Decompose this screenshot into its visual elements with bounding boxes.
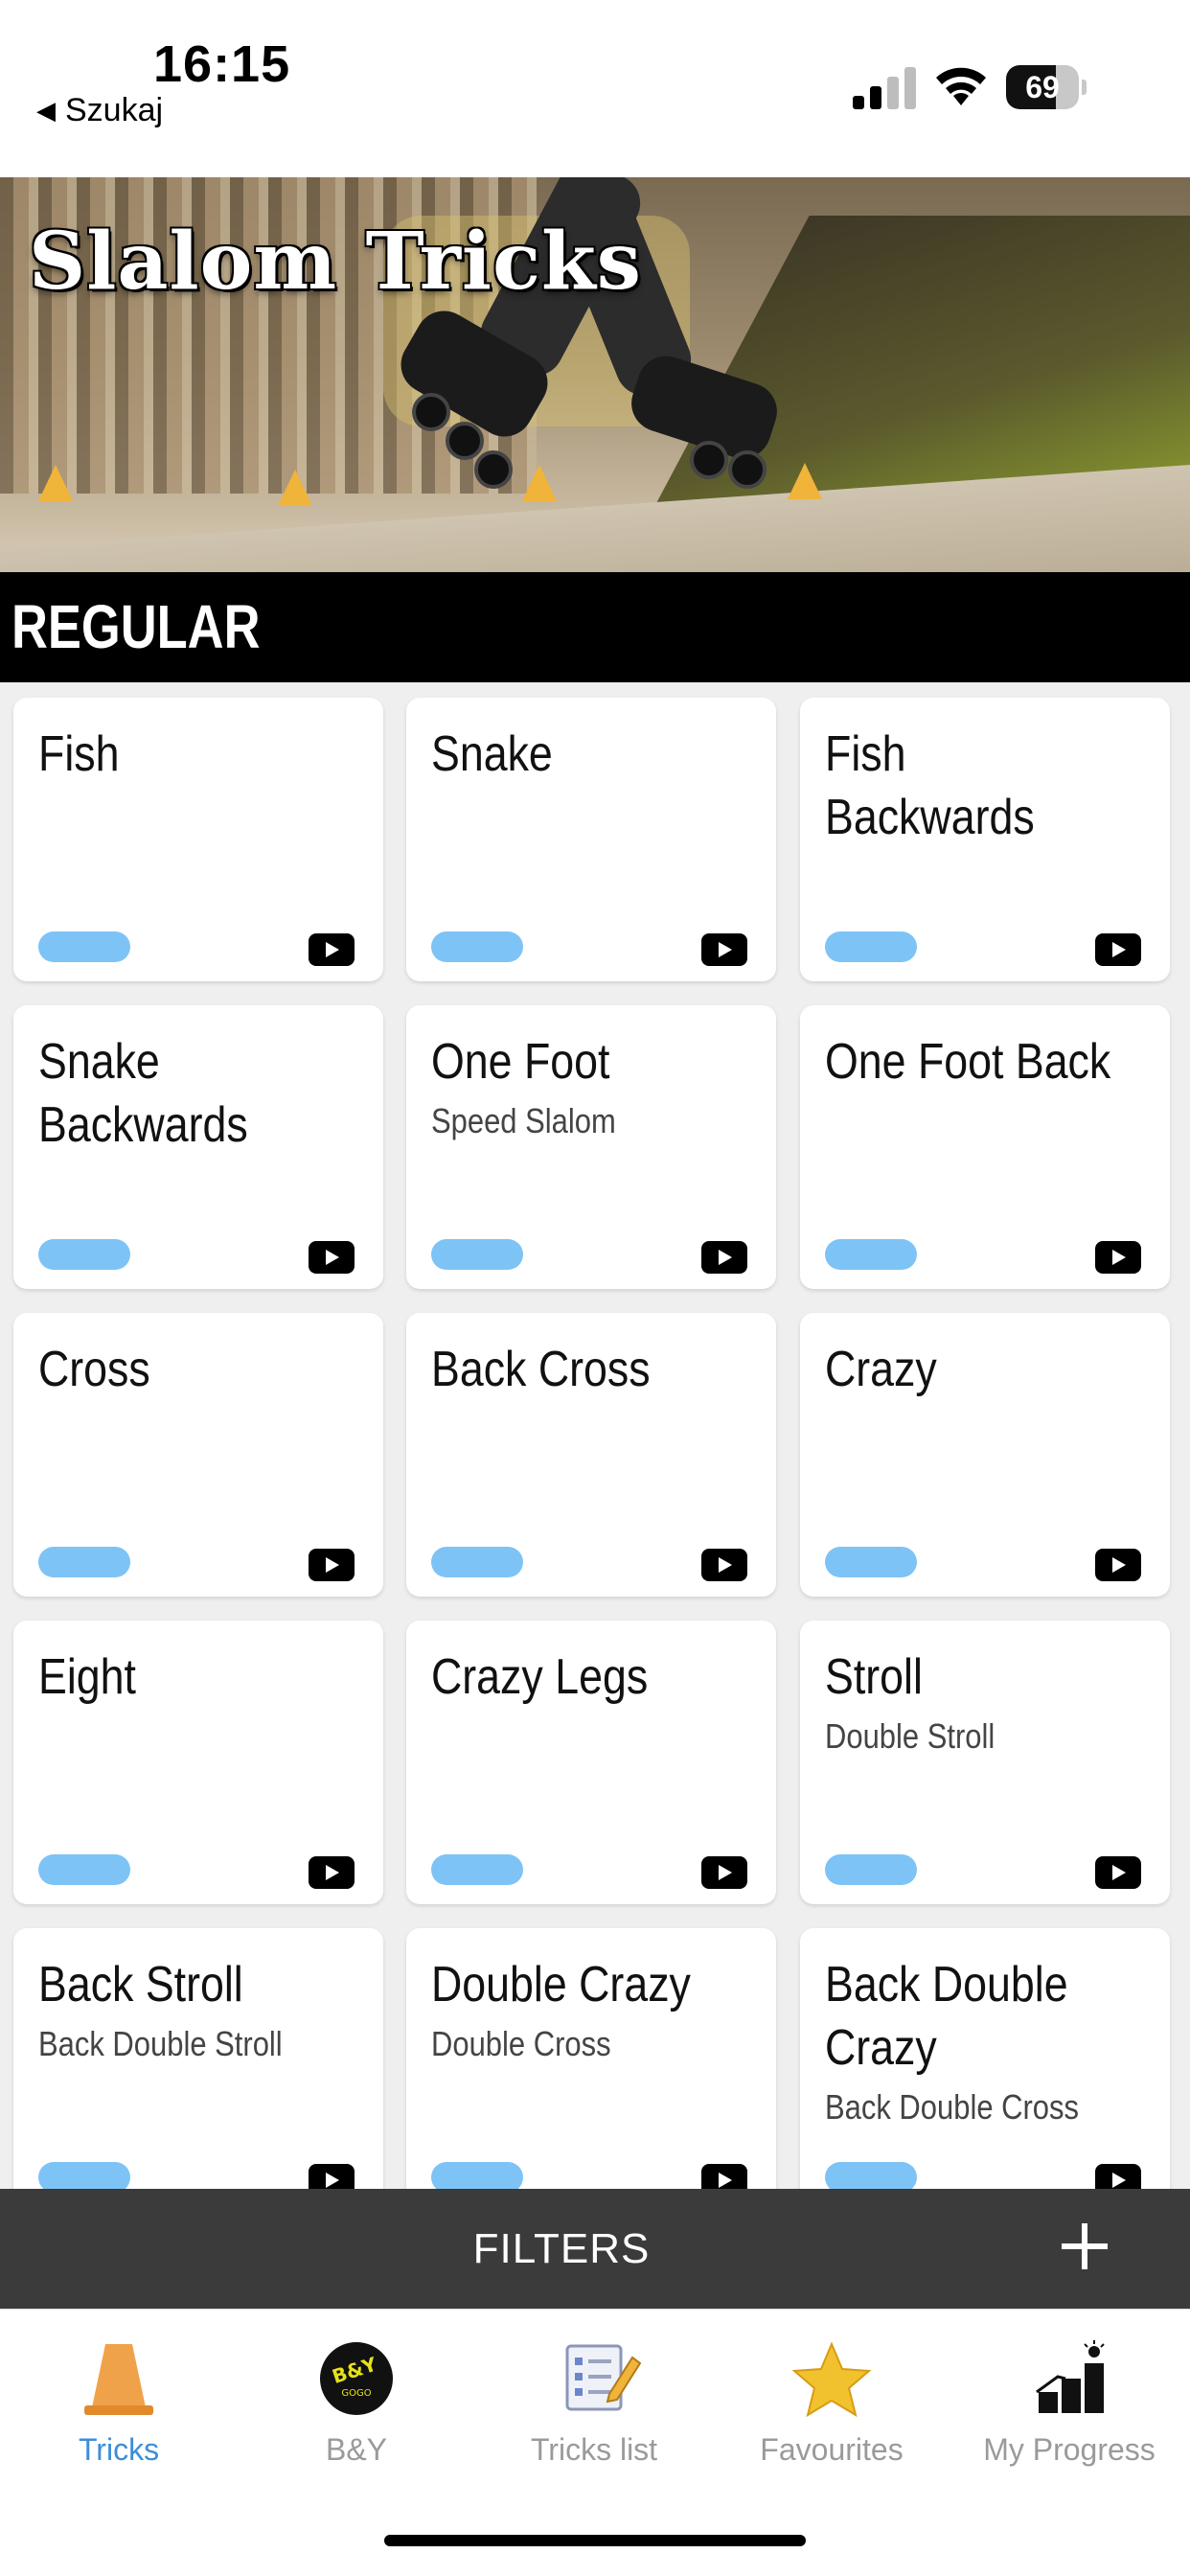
- tab-tricks-list[interactable]: Tricks list: [475, 2329, 713, 2482]
- trick-card[interactable]: Cross: [13, 1313, 383, 1597]
- hero-title: Slalom Tricks: [29, 216, 642, 308]
- tab-label: Tricks list: [530, 2432, 658, 2467]
- home-indicator[interactable]: [384, 2535, 806, 2546]
- trick-name: Eight: [38, 1649, 136, 1705]
- section-title: REGULAR: [11, 592, 261, 661]
- video-play-icon[interactable]: [701, 1549, 747, 1581]
- hero-banner: Slalom Tricks: [0, 177, 1190, 572]
- trick-name: Fish: [38, 726, 120, 782]
- trick-name: Back Double Crazy: [825, 1957, 1068, 2076]
- video-play-icon[interactable]: [701, 1856, 747, 1889]
- by-logo-icon: B&Y GOGO: [320, 2342, 393, 2415]
- video-play-icon[interactable]: [309, 1241, 355, 1274]
- trick-name: Cross: [38, 1342, 150, 1397]
- svg-text:GOGO: GOGO: [341, 2388, 371, 2399]
- trick-card[interactable]: One Foot Back: [800, 1005, 1170, 1289]
- video-play-icon[interactable]: [701, 2164, 747, 2189]
- trick-card[interactable]: Back Stroll Back Double Stroll: [13, 1928, 383, 2189]
- tab-label: My Progress: [983, 2432, 1156, 2467]
- video-play-icon[interactable]: [701, 1241, 747, 1274]
- trick-name: Snake: [431, 726, 553, 782]
- trick-name: Fish Backwards: [825, 726, 1035, 845]
- signal-icon: [853, 67, 916, 109]
- trick-subtitle: Double Cross: [431, 2024, 611, 2063]
- trick-card[interactable]: Back Double Crazy Back Double Cross: [800, 1928, 1170, 2189]
- video-play-icon[interactable]: [309, 2164, 355, 2189]
- trick-progress-bar: [825, 1547, 917, 1577]
- trick-progress-bar: [38, 1239, 130, 1270]
- tab-label: Tricks: [78, 2432, 160, 2467]
- trick-progress-bar: [825, 932, 917, 962]
- tab-label: B&Y: [325, 2432, 388, 2467]
- trick-card[interactable]: Fish: [13, 698, 383, 981]
- cone-icon: [84, 2344, 153, 2415]
- checklist-icon: [565, 2344, 642, 2411]
- video-play-icon[interactable]: [309, 933, 355, 966]
- trick-subtitle: Back Double Stroll: [38, 2024, 283, 2063]
- trick-subtitle: Back Double Cross: [825, 2087, 1080, 2127]
- trick-progress-bar: [825, 1854, 917, 1885]
- star-icon: [791, 2341, 872, 2418]
- back-label: Szukaj: [65, 92, 164, 128]
- filters-bar[interactable]: FILTERS: [0, 2189, 1190, 2309]
- tricks-grid: Fish Snake Fish Backwards Snake Backwards On…: [0, 682, 1190, 2189]
- trick-progress-bar: [431, 2162, 523, 2189]
- trick-name: Back Stroll: [38, 1957, 243, 2012]
- video-play-icon[interactable]: [1095, 2164, 1141, 2189]
- progress-steps-icon: [1036, 2340, 1105, 2413]
- filters-button[interactable]: FILTERS: [0, 2225, 1123, 2273]
- trick-name: Snake Backwards: [38, 1034, 248, 1153]
- trick-name: One Foot: [431, 1034, 610, 1090]
- battery-percent: 69: [1025, 70, 1060, 104]
- tab-by[interactable]: B&Y GOGO B&Y: [238, 2329, 475, 2482]
- trick-name: Crazy: [825, 1342, 937, 1397]
- trick-progress-bar: [825, 1239, 917, 1270]
- trick-name: Stroll: [825, 1649, 923, 1705]
- trick-name: Double Crazy: [431, 1957, 691, 2012]
- trick-progress-bar: [38, 1547, 130, 1577]
- trick-subtitle: Double Stroll: [825, 1716, 995, 1756]
- wifi-icon: [936, 67, 986, 105]
- trick-progress-bar: [38, 2162, 130, 2189]
- tab-label: Favourites: [760, 2432, 904, 2467]
- trick-name: Back Cross: [431, 1342, 651, 1397]
- video-play-icon[interactable]: [701, 933, 747, 966]
- trick-card[interactable]: Stroll Double Stroll: [800, 1621, 1170, 1904]
- video-play-icon[interactable]: [1095, 1241, 1141, 1274]
- trick-subtitle: Speed Slalom: [431, 1101, 616, 1140]
- battery-icon: 69: [1006, 65, 1087, 109]
- back-to-search-button[interactable]: ◀ Szukaj: [36, 92, 163, 129]
- video-play-icon[interactable]: [1095, 933, 1141, 966]
- trick-card[interactable]: Eight: [13, 1621, 383, 1904]
- trick-progress-bar: [431, 932, 523, 962]
- trick-progress-bar: [38, 1854, 130, 1885]
- tab-favourites[interactable]: Favourites: [713, 2329, 950, 2482]
- trick-card[interactable]: Double Crazy Double Cross: [406, 1928, 776, 2189]
- trick-name: One Foot Back: [825, 1034, 1111, 1090]
- trick-card[interactable]: Crazy Legs: [406, 1621, 776, 1904]
- plus-icon[interactable]: [1058, 2220, 1111, 2273]
- video-play-icon[interactable]: [1095, 1549, 1141, 1581]
- trick-progress-bar: [38, 932, 130, 962]
- trick-card[interactable]: Back Cross: [406, 1313, 776, 1597]
- video-play-icon[interactable]: [1095, 1856, 1141, 1889]
- trick-progress-bar: [431, 1854, 523, 1885]
- status-bar: 16:15 ◀ Szukaj 69: [0, 0, 1190, 177]
- trick-progress-bar: [431, 1239, 523, 1270]
- status-time: 16:15: [153, 35, 291, 93]
- trick-progress-bar: [431, 1547, 523, 1577]
- section-header: REGULAR: [0, 572, 1190, 682]
- back-arrow-icon: ◀: [36, 96, 56, 125]
- tab-my-progress[interactable]: My Progress: [950, 2329, 1188, 2482]
- trick-name: Crazy Legs: [431, 1649, 649, 1705]
- trick-card[interactable]: Fish Backwards: [800, 698, 1170, 981]
- trick-card[interactable]: Snake: [406, 698, 776, 981]
- trick-progress-bar: [825, 2162, 917, 2189]
- tab-tricks[interactable]: Tricks: [0, 2329, 238, 2482]
- trick-card[interactable]: Snake Backwards: [13, 1005, 383, 1289]
- trick-card[interactable]: Crazy: [800, 1313, 1170, 1597]
- video-play-icon[interactable]: [309, 1549, 355, 1581]
- video-play-icon[interactable]: [309, 1856, 355, 1889]
- trick-card[interactable]: One Foot Speed Slalom: [406, 1005, 776, 1289]
